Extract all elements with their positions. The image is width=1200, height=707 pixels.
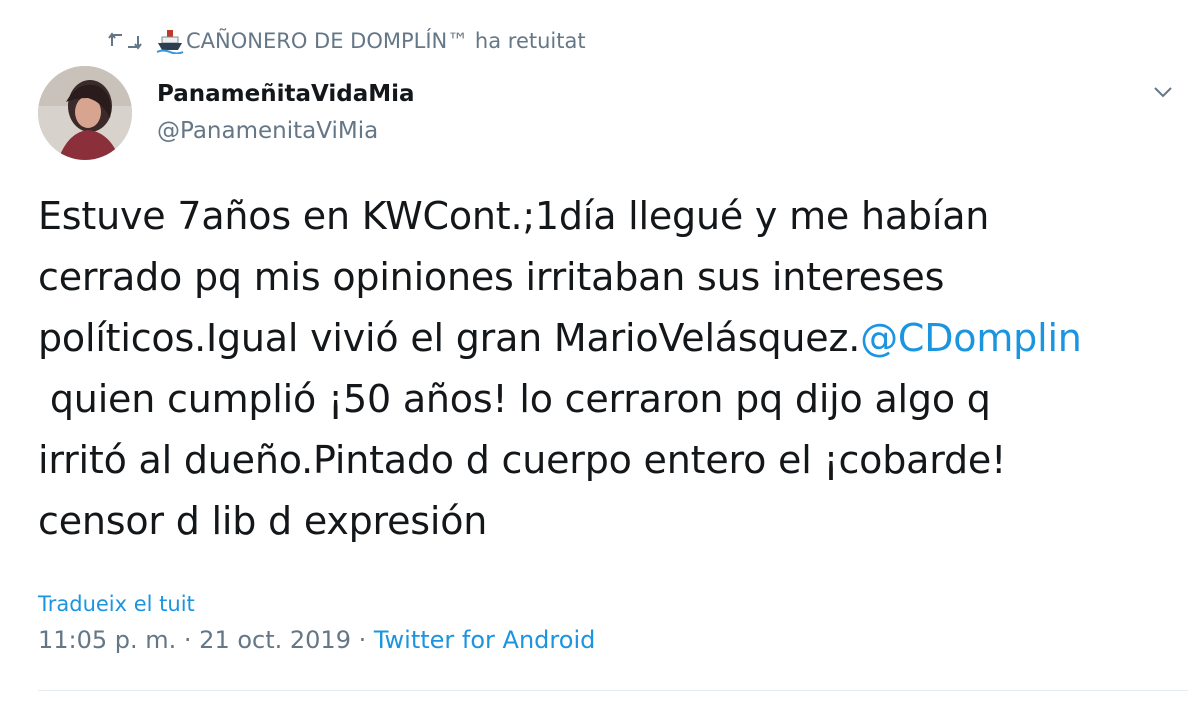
tweet-card[interactable]: CAÑONERO DE DOMPLÍN™ ha retuitat Panameñ… [0, 0, 1200, 707]
divider [38, 690, 1188, 691]
tweet-timestamp[interactable]: 11:05 p. m. · 21 oct. 2019 · [38, 626, 374, 654]
tweet-text: Estuve 7años en KWCont.;1día llegué y me… [38, 186, 1188, 552]
translate-tweet-link[interactable]: Tradueix el tuit [38, 592, 195, 616]
tweet-meta: 11:05 p. m. · 21 oct. 2019 · Twitter for… [38, 626, 595, 654]
retweet-banner[interactable]: CAÑONERO DE DOMPLÍN™ ha retuitat [108, 26, 586, 56]
chevron-down-icon[interactable] [1151, 80, 1175, 104]
ship-emoji-icon [156, 30, 184, 54]
tweet-text-line: quien cumplió ¡50 años! lo cerraron pq d… [38, 377, 991, 421]
tweet-text-line: Estuve 7años en KWCont.;1día llegué y me… [38, 194, 990, 238]
author-handle[interactable]: @PanamenitaViMia [157, 118, 378, 144]
avatar[interactable] [38, 66, 132, 160]
retweet-icon [108, 32, 142, 50]
tweet-text-line: irritó al dueño.Pintado d cuerpo entero … [38, 438, 1007, 482]
tweet-source-link[interactable]: Twitter for Android [374, 626, 595, 654]
author-display-name[interactable]: PanameñitaVidaMia [157, 81, 415, 107]
tweet-text-line: censor d lib d expresión [38, 499, 488, 543]
avatar-image [38, 66, 132, 160]
tweet-text-line: políticos.Igual vivió el gran MarioVelás… [38, 316, 861, 360]
tweet-text-line: cerrado pq mis opiniones irritaban sus i… [38, 255, 945, 299]
mention-link[interactable]: @CDomplin [860, 316, 1082, 360]
retweet-banner-text: CAÑONERO DE DOMPLÍN™ ha retuitat [186, 29, 586, 53]
